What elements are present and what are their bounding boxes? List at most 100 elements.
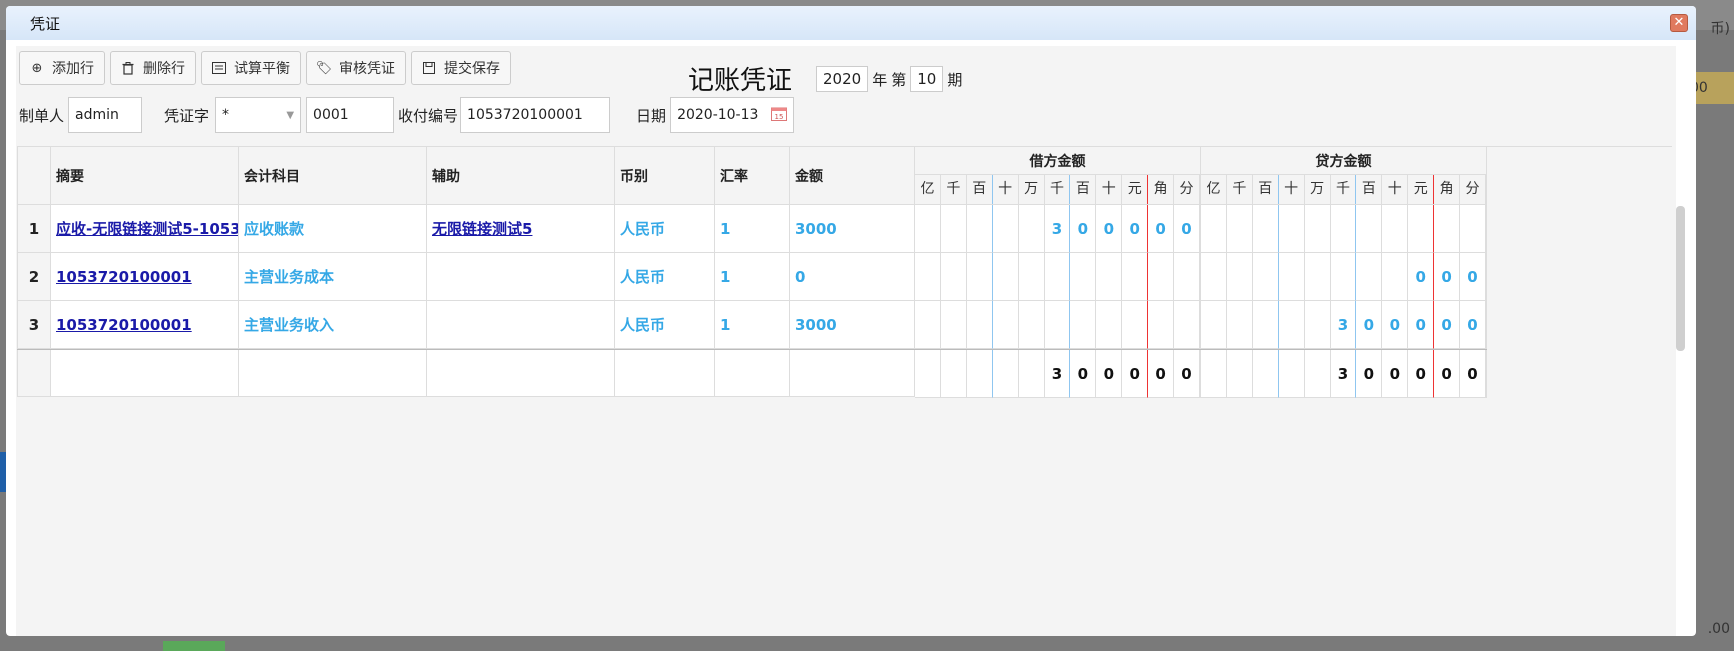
digit-cell[interactable]: 0 (1460, 253, 1486, 301)
currency-cell[interactable]: 人民币 (615, 253, 715, 301)
digit-cell[interactable]: 0 (1434, 301, 1461, 349)
row-number[interactable]: 2 (17, 253, 51, 301)
digit-cell[interactable]: 0 (1434, 350, 1461, 398)
digit-cell[interactable] (1356, 205, 1383, 253)
digit-cell[interactable]: 0 (1408, 301, 1435, 349)
digit-cell[interactable] (940, 350, 967, 398)
digit-cell[interactable] (915, 350, 941, 398)
digit-cell[interactable] (1044, 301, 1071, 349)
digit-cell[interactable] (966, 301, 993, 349)
receipt-field[interactable]: 1053720100001 (460, 97, 611, 133)
digit-cell[interactable]: 0 (1356, 350, 1383, 398)
summary-cell[interactable]: 1053720100001 (51, 301, 239, 349)
rate-cell[interactable]: 1 (715, 205, 790, 253)
dialog-titlebar[interactable]: 凭证 ✕ (6, 6, 1696, 40)
digit-cell[interactable] (940, 253, 967, 301)
summary-cell-text[interactable]: 应收-无限链接测试5-1053 (56, 218, 238, 239)
digit-cell[interactable] (915, 301, 941, 349)
digit-cell[interactable] (1174, 301, 1200, 349)
audit-voucher-button[interactable]: 🏷 审核凭证 (306, 51, 406, 85)
digit-cell[interactable] (915, 253, 941, 301)
table-row[interactable]: 1 应收-无限链接测试5-1053 应收账款 无限链接测试5 人民币 1 3000 3 0 0 0 0… (17, 205, 1487, 253)
digit-cell[interactable] (1304, 253, 1331, 301)
rate-cell[interactable]: 1 (715, 253, 790, 301)
digit-cell[interactable] (992, 253, 1019, 301)
summary-cell[interactable]: 应收-无限链接测试5-1053 (51, 205, 239, 253)
add-row-button[interactable]: ⊕ 添加行 (19, 51, 105, 85)
digit-cell[interactable] (992, 350, 1019, 398)
digit-cell[interactable] (1018, 350, 1045, 398)
digit-cell[interactable] (1278, 205, 1305, 253)
digit-cell[interactable] (992, 301, 1019, 349)
digit-cell[interactable]: 3 (1044, 205, 1071, 253)
maker-field[interactable]: admin (68, 97, 143, 133)
digit-cell[interactable] (1356, 253, 1383, 301)
row-number[interactable]: 3 (17, 301, 51, 349)
word-select[interactable]: * ▼ (215, 97, 302, 133)
vertical-scrollbar[interactable] (1676, 206, 1685, 351)
digit-cell[interactable] (1330, 253, 1357, 301)
digit-cell[interactable] (1201, 253, 1227, 301)
amount-cell[interactable]: 0 (790, 253, 915, 301)
digit-cell[interactable] (966, 205, 993, 253)
rate-cell[interactable]: 1 (715, 301, 790, 349)
date-field[interactable]: 2020-10-13 15 (670, 97, 795, 133)
digit-cell[interactable] (1070, 253, 1097, 301)
digit-cell[interactable]: 0 (1460, 350, 1486, 398)
subject-cell[interactable]: 应收账款 (239, 205, 427, 253)
digit-cell[interactable]: 0 (1356, 301, 1383, 349)
subject-cell[interactable]: 主营业务成本 (239, 253, 427, 301)
digit-cell[interactable] (1018, 205, 1045, 253)
digit-cell[interactable]: 0 (1382, 301, 1409, 349)
digit-cell[interactable] (1018, 301, 1045, 349)
digit-cell[interactable] (1096, 301, 1123, 349)
summary-cell[interactable]: 1053720100001 (51, 253, 239, 301)
subject-cell[interactable]: 主营业务收入 (239, 301, 427, 349)
aux-cell[interactable] (427, 301, 615, 349)
digit-cell[interactable] (1408, 205, 1435, 253)
digit-cell[interactable]: 0 (1096, 205, 1123, 253)
digit-cell[interactable] (1434, 205, 1461, 253)
digit-cell[interactable]: 0 (1434, 253, 1461, 301)
amount-cell[interactable]: 3000 (790, 301, 915, 349)
digit-cell[interactable]: 0 (1460, 301, 1486, 349)
digit-cell[interactable]: 3 (1044, 350, 1071, 398)
digit-cell[interactable] (1252, 205, 1279, 253)
digit-cell[interactable] (1304, 350, 1331, 398)
table-row[interactable]: 2 1053720100001 主营业务成本 人民币 1 0 0 0 0 (17, 253, 1487, 301)
digit-cell[interactable] (1226, 205, 1253, 253)
close-icon[interactable]: ✕ (1670, 14, 1688, 32)
aux-cell[interactable] (427, 253, 615, 301)
summary-cell-text[interactable]: 1053720100001 (56, 268, 192, 286)
calendar-icon[interactable]: 15 (771, 106, 788, 125)
digit-cell[interactable] (1018, 253, 1045, 301)
digit-cell[interactable]: 0 (1148, 350, 1175, 398)
aux-cell-text[interactable]: 无限链接测试5 (432, 218, 532, 239)
digit-cell[interactable] (1304, 301, 1331, 349)
trial-balance-button[interactable]: 试算平衡 (201, 51, 301, 85)
digit-cell[interactable] (992, 205, 1019, 253)
amount-cell[interactable]: 3000 (790, 205, 915, 253)
row-number[interactable]: 1 (17, 205, 51, 253)
digit-cell[interactable] (1278, 301, 1305, 349)
digit-cell[interactable] (1460, 205, 1486, 253)
digit-cell[interactable]: 0 (1070, 350, 1097, 398)
table-row[interactable]: 3 1053720100001 主营业务收入 人民币 1 3000 3 0 0 0 0 0 (17, 301, 1487, 349)
year-field[interactable]: 2020 (816, 66, 869, 92)
digit-cell[interactable]: 0 (1122, 205, 1149, 253)
digit-cell[interactable] (1096, 253, 1123, 301)
digit-cell[interactable] (1122, 253, 1149, 301)
digit-cell[interactable] (1044, 253, 1071, 301)
digit-cell[interactable] (1278, 350, 1305, 398)
aux-cell[interactable]: 无限链接测试5 (427, 205, 615, 253)
delete-row-button[interactable]: 删除行 (110, 51, 196, 85)
digit-cell[interactable] (1070, 301, 1097, 349)
digit-cell[interactable] (1252, 350, 1279, 398)
digit-cell[interactable] (1226, 301, 1253, 349)
digit-cell[interactable]: 0 (1408, 253, 1435, 301)
digit-cell[interactable] (1252, 301, 1279, 349)
digit-cell[interactable]: 0 (1174, 350, 1200, 398)
digit-cell[interactable] (1304, 205, 1331, 253)
digit-cell[interactable] (940, 205, 967, 253)
currency-cell[interactable]: 人民币 (615, 205, 715, 253)
